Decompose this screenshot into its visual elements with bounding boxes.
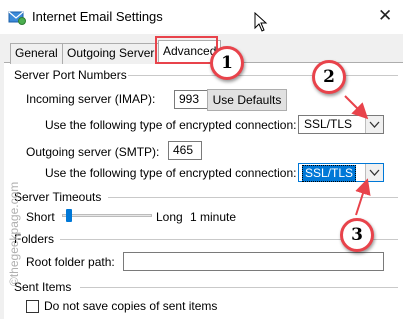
annotation-arrows <box>344 95 371 216</box>
annotation-badge-1: 1 <box>210 46 244 80</box>
annotation-badge-2: 2 <box>312 60 346 94</box>
arrow-to-outgoing-dropdown <box>355 178 371 216</box>
annotation-badge-3: 3 <box>340 218 374 252</box>
arrow-to-incoming-dropdown <box>344 95 369 120</box>
